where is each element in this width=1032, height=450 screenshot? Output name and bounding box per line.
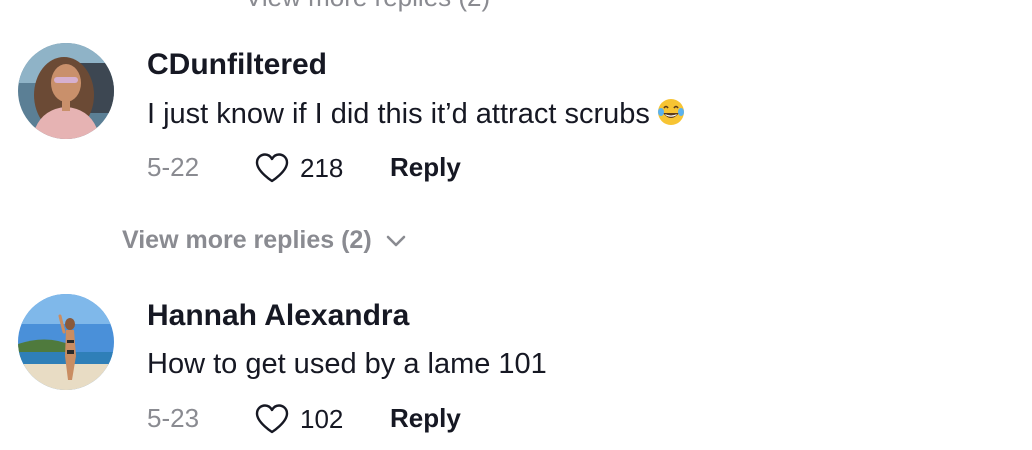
comment-date: 5-23 — [147, 403, 200, 433]
previous-view-more-replies-partial[interactable]: View more replies (2) — [245, 0, 490, 13]
comment-text: I just know if I did this it’d attract s… — [147, 97, 686, 131]
heart-outline-icon[interactable] — [254, 403, 290, 435]
like-count: 218 — [300, 152, 344, 183]
comment-date: 5-22 — [147, 152, 200, 182]
comment-username[interactable]: CDunfiltered — [147, 48, 327, 82]
chevron-down-icon — [386, 235, 405, 246]
reply-button[interactable]: Reply — [390, 403, 461, 434]
avatar-image — [18, 43, 114, 139]
comment-text-content: I just know if I did this it’d attract s… — [147, 98, 650, 130]
like-count: 102 — [300, 403, 344, 434]
reply-button[interactable]: Reply — [390, 152, 461, 183]
avatar-image — [18, 294, 114, 390]
avatar[interactable] — [18, 294, 114, 390]
comment-username[interactable]: Hannah Alexandra — [147, 299, 409, 333]
heart-outline-icon[interactable] — [254, 152, 290, 184]
comment-text: How to get used by a lame 101 — [147, 348, 547, 380]
like-button[interactable]: 102 — [254, 403, 343, 435]
view-more-replies-label: View more replies (2) — [122, 226, 372, 254]
face-with-tears-of-joy-icon — [657, 99, 684, 125]
like-button[interactable]: 218 — [254, 152, 343, 184]
view-more-replies-button[interactable]: View more replies (2) — [122, 226, 406, 255]
avatar[interactable] — [18, 43, 114, 139]
